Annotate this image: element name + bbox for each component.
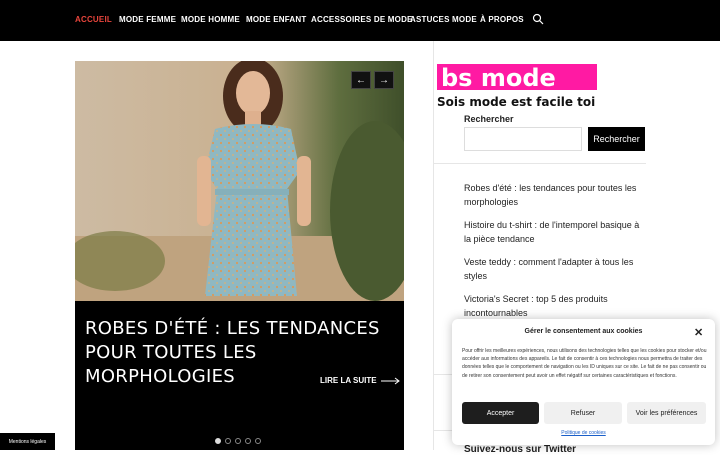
recent-post-link[interactable]: Robes d'été : les tendances pour toutes … (464, 181, 644, 209)
nav-item-mode-homme[interactable]: MODE HOMME (181, 15, 240, 24)
cookie-text: Pour offrir les meilleures expériences, … (462, 348, 707, 379)
slider-dot-2[interactable] (225, 438, 231, 444)
slider-prev-button[interactable]: ← (351, 71, 371, 89)
slider-dot-5[interactable] (255, 438, 261, 444)
recent-post-link[interactable]: Histoire du t-shirt : de l'intemporel ba… (464, 218, 644, 246)
slider-dot-4[interactable] (245, 438, 251, 444)
sidebar-divider (433, 41, 434, 450)
divider (434, 163, 646, 164)
close-icon[interactable]: ✕ (694, 326, 703, 339)
slider-next-button[interactable]: → (374, 71, 394, 89)
search-label: Rechercher (464, 114, 514, 124)
legal-notice-link[interactable]: Mentions légales (0, 433, 55, 450)
long-arrow-right-icon (380, 377, 400, 384)
search-icon[interactable] (532, 13, 544, 25)
nav-item-mode-enfant[interactable]: MODE ENFANT (246, 15, 306, 24)
nav-item-accueil[interactable]: ACCUEIL (75, 15, 112, 24)
search-input[interactable] (464, 127, 582, 151)
nav-item-a-propos[interactable]: À PROPOS (480, 15, 524, 24)
cookie-title: Gérer le consentement aux cookies (524, 328, 643, 335)
refuse-button[interactable]: Refuser (544, 402, 622, 424)
nav-item-mode-femme[interactable]: MODE FEMME (119, 15, 176, 24)
top-navigation: ACCUEIL MODE FEMME MODE HOMME MODE ENFAN… (0, 0, 720, 41)
cookie-policy-link[interactable]: Politique de cookies (452, 430, 715, 436)
accept-button[interactable]: Accepter (462, 402, 539, 424)
read-more-label: LIRE LA SUITE (320, 376, 377, 385)
svg-text:bs mode: bs mode (441, 64, 556, 92)
search-button[interactable]: Rechercher (588, 127, 645, 151)
arrow-left-icon: ← (356, 74, 366, 86)
preferences-button[interactable]: Voir les préférences (627, 402, 706, 424)
recent-post-link[interactable]: Victoria's Secret : top 5 des produits i… (464, 292, 644, 320)
featured-slider[interactable]: ← → ROBES D'ÉTÉ : LES TENDANCES POUR TOU… (75, 61, 404, 450)
slider-dot-3[interactable] (235, 438, 241, 444)
slider-dots (215, 438, 261, 444)
read-more-link[interactable]: LIRE LA SUITE (320, 376, 401, 385)
svg-text:Sois mode est facile toi: Sois mode est facile toi (437, 95, 595, 109)
recent-post-link[interactable]: Veste teddy : comment l'adapter à tous l… (464, 255, 644, 283)
arrow-right-icon: → (379, 74, 389, 86)
nav-item-accessoires[interactable]: ACCESSOIRES DE MODE (311, 15, 413, 24)
nav-item-astuces[interactable]: ASTUCES MODE (410, 15, 477, 24)
slide-image[interactable] (75, 61, 404, 301)
site-logo[interactable]: bs mode Sois mode est facile toi (437, 62, 607, 110)
cookie-consent-banner: Gérer le consentement aux cookies ✕ Pour… (452, 319, 715, 445)
slider-dot-1[interactable] (215, 438, 221, 444)
